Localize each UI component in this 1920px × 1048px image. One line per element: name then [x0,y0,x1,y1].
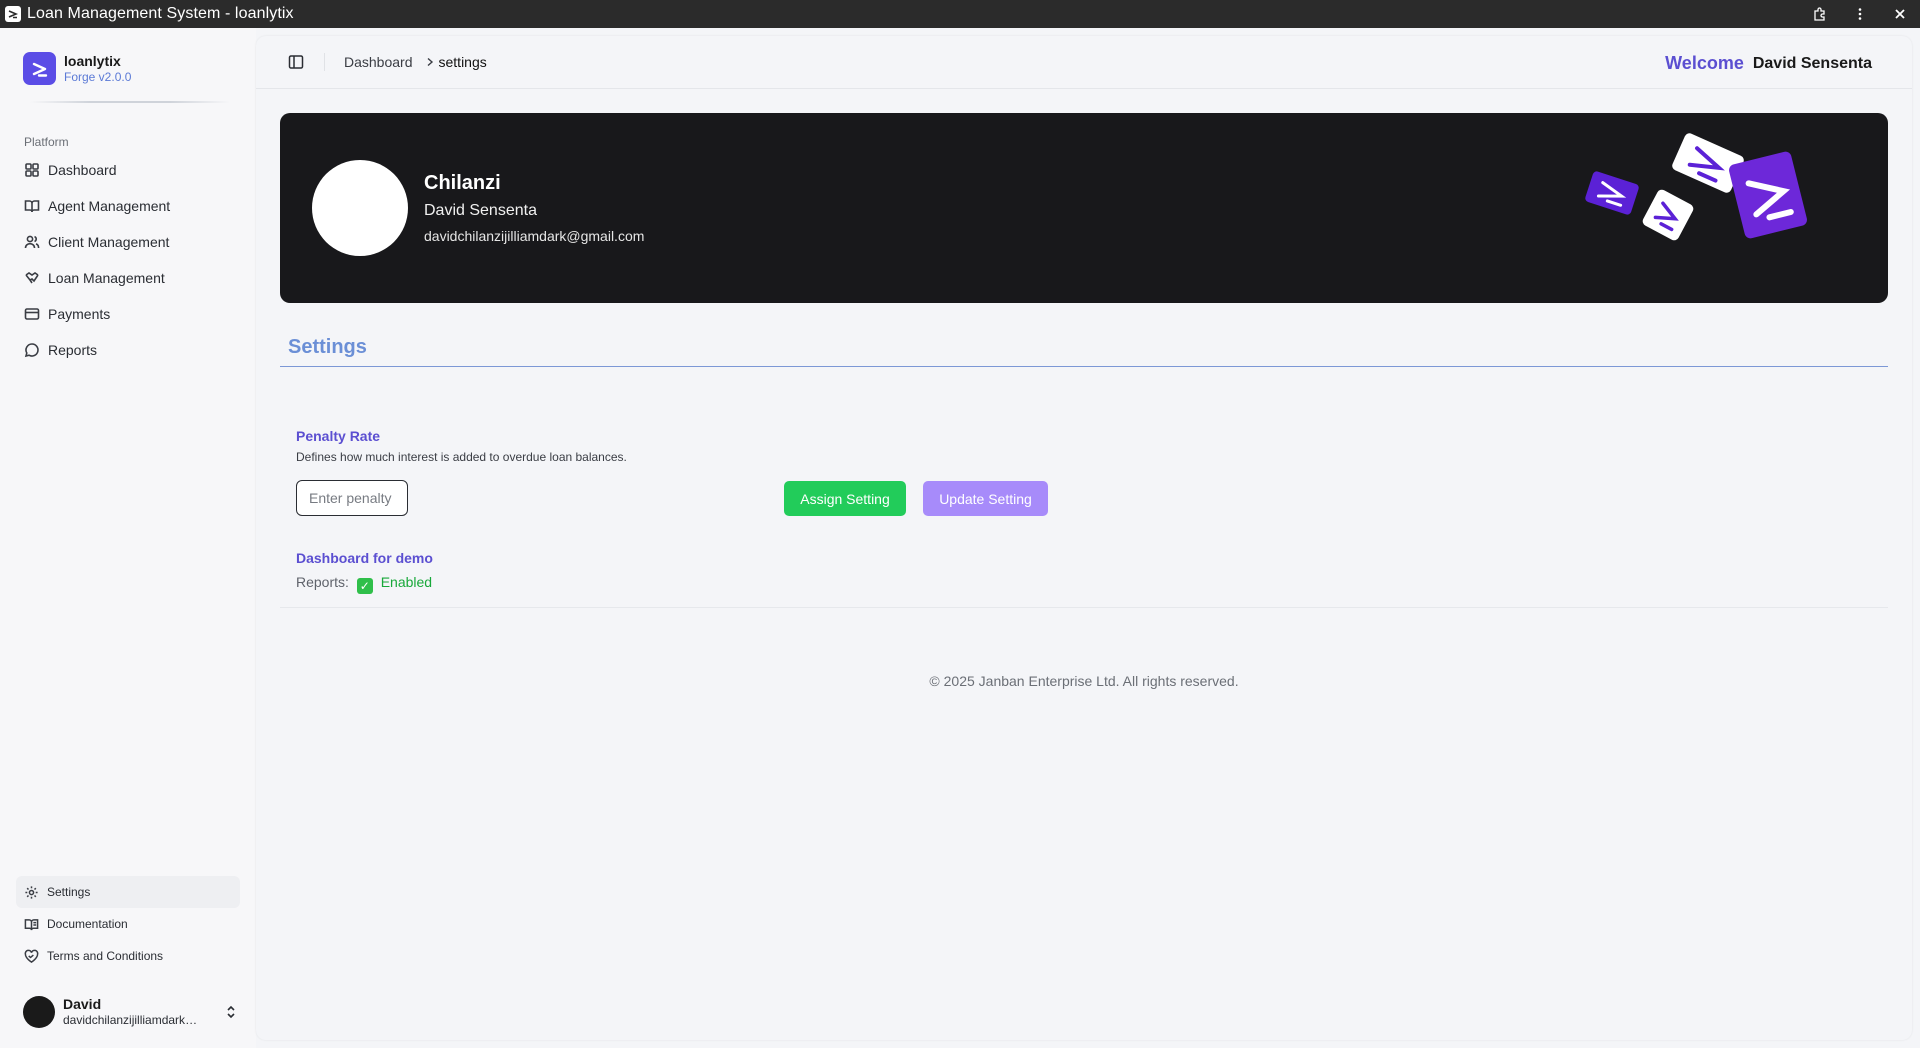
breadcrumb-dashboard-link[interactable]: Dashboard [344,54,413,70]
brand[interactable]: loanlytix Forge v2.0.0 [23,52,131,85]
sidebar-item-agent-management[interactable]: Agent Management [16,188,240,224]
profile-title: Chilanzi [424,172,501,194]
credit-card-icon [24,308,40,320]
sidebar-item-loan-management[interactable]: Loan Management [16,260,240,296]
welcome-label: Welcome [1665,53,1744,73]
grid-icon [25,163,39,177]
user-email: davidchilanzijilliamdark@gmail.com [63,1013,203,1027]
sidebar-item-documentation[interactable]: Documentation [16,908,240,940]
sidebar-item-label: Client Management [48,234,170,250]
close-icon[interactable] [1880,0,1920,28]
book-open-icon [24,200,40,213]
sidebar-item-label: Loan Management [48,270,165,286]
sidebar-item-label: Payments [48,306,111,322]
book-icon [24,918,39,930]
sidebar-item-reports[interactable]: Reports [16,332,240,368]
avatar [23,996,55,1028]
settings-divider [280,366,1888,367]
user-menu[interactable]: David davidchilanzijilliamdark@gmail.com [23,990,239,1034]
users-icon [24,235,40,249]
sidebar-item-terms[interactable]: Terms and Conditions [16,940,240,972]
chevron-right-icon [427,57,433,67]
brand-logo-icon [23,52,56,85]
heart-handshake-icon [24,949,39,963]
sidebar-item-label: Documentation [47,917,128,931]
breadcrumb-current: settings [438,54,487,70]
breadcrumb: Dashboard settings [344,54,487,70]
footer-copyright: © 2025 Janban Enterprise Ltd. All rights… [929,673,1239,689]
sidebar-secondary-nav: Settings Documentation Terms and Conditi… [16,876,240,972]
sidebar-nav: Dashboard Agent Management Client Manage… [16,152,240,368]
settings-heading: Settings [288,336,367,358]
sidebar-item-label: Terms and Conditions [47,949,164,963]
user-name: David [63,996,102,1012]
sidebar: loanlytix Forge v2.0.0 Platform Dashboar… [0,28,256,1048]
assign-setting-button[interactable]: Assign Setting [784,481,906,516]
settings-panel: Penalty Rate Defines how much interest i… [280,408,1888,608]
sidebar-item-label: Agent Management [48,198,171,214]
profile-email: davidchilanzijilliamdark@gmail.com [424,228,645,244]
penalty-rate-title: Penalty Rate [296,428,381,444]
brand-name: loanlytix [64,52,121,69]
topbar: Dashboard settings Welcome David Sensent… [256,36,1912,89]
handshake-icon [25,272,39,284]
chevron-up-down-icon [227,1005,235,1019]
main-content: Dashboard settings Welcome David Sensent… [256,36,1912,1040]
app-logo-icon [5,6,21,22]
welcome-greeting: Welcome David Sensenta [1665,53,1872,74]
sidebar-item-payments[interactable]: Payments [16,296,240,332]
penalty-rate-description: Defines how much interest is added to ov… [296,450,627,464]
demo-reports-label: Reports: [296,574,349,590]
more-icon[interactable] [1840,0,1880,28]
update-setting-button[interactable]: Update Setting [923,481,1048,516]
panel-left-icon [288,55,304,69]
brand-version: Forge v2.0.0 [64,69,132,84]
sidebar-item-dashboard[interactable]: Dashboard [16,152,240,188]
sidebar-toggle-button[interactable] [288,54,304,70]
status-badge: Enabled [380,574,433,590]
demo-reports-status: Reports: ✓ Enabled [296,574,432,594]
sidebar-item-client-management[interactable]: Client Management [16,224,240,260]
floating-logo-cards-illustration [1585,133,1807,241]
message-icon [24,343,39,358]
sidebar-item-label: Reports [48,342,98,358]
brand-divider [30,101,230,103]
sidebar-item-label: Settings [47,885,91,899]
welcome-name: David Sensenta [1752,54,1872,72]
demo-dashboard-title: Dashboard for demo [296,550,433,566]
profile-name: David Sensenta [424,202,537,219]
topbar-divider [324,53,325,71]
extension-icon[interactable] [1800,0,1840,28]
window-titlebar: Loan Management System - loanlytix [0,0,1920,28]
sidebar-item-settings[interactable]: Settings [16,876,240,908]
sidebar-item-label: Dashboard [48,162,117,178]
sidebar-section-label: Platform [24,135,69,149]
profile-avatar [312,160,408,256]
check-icon: ✓ [356,578,373,594]
window-title: Loan Management System - loanlytix [27,5,294,22]
gear-icon [25,885,38,899]
profile-banner: Chilanzi David Sensenta davidchilanzijil… [280,113,1888,303]
penalty-rate-input[interactable] [296,480,408,516]
